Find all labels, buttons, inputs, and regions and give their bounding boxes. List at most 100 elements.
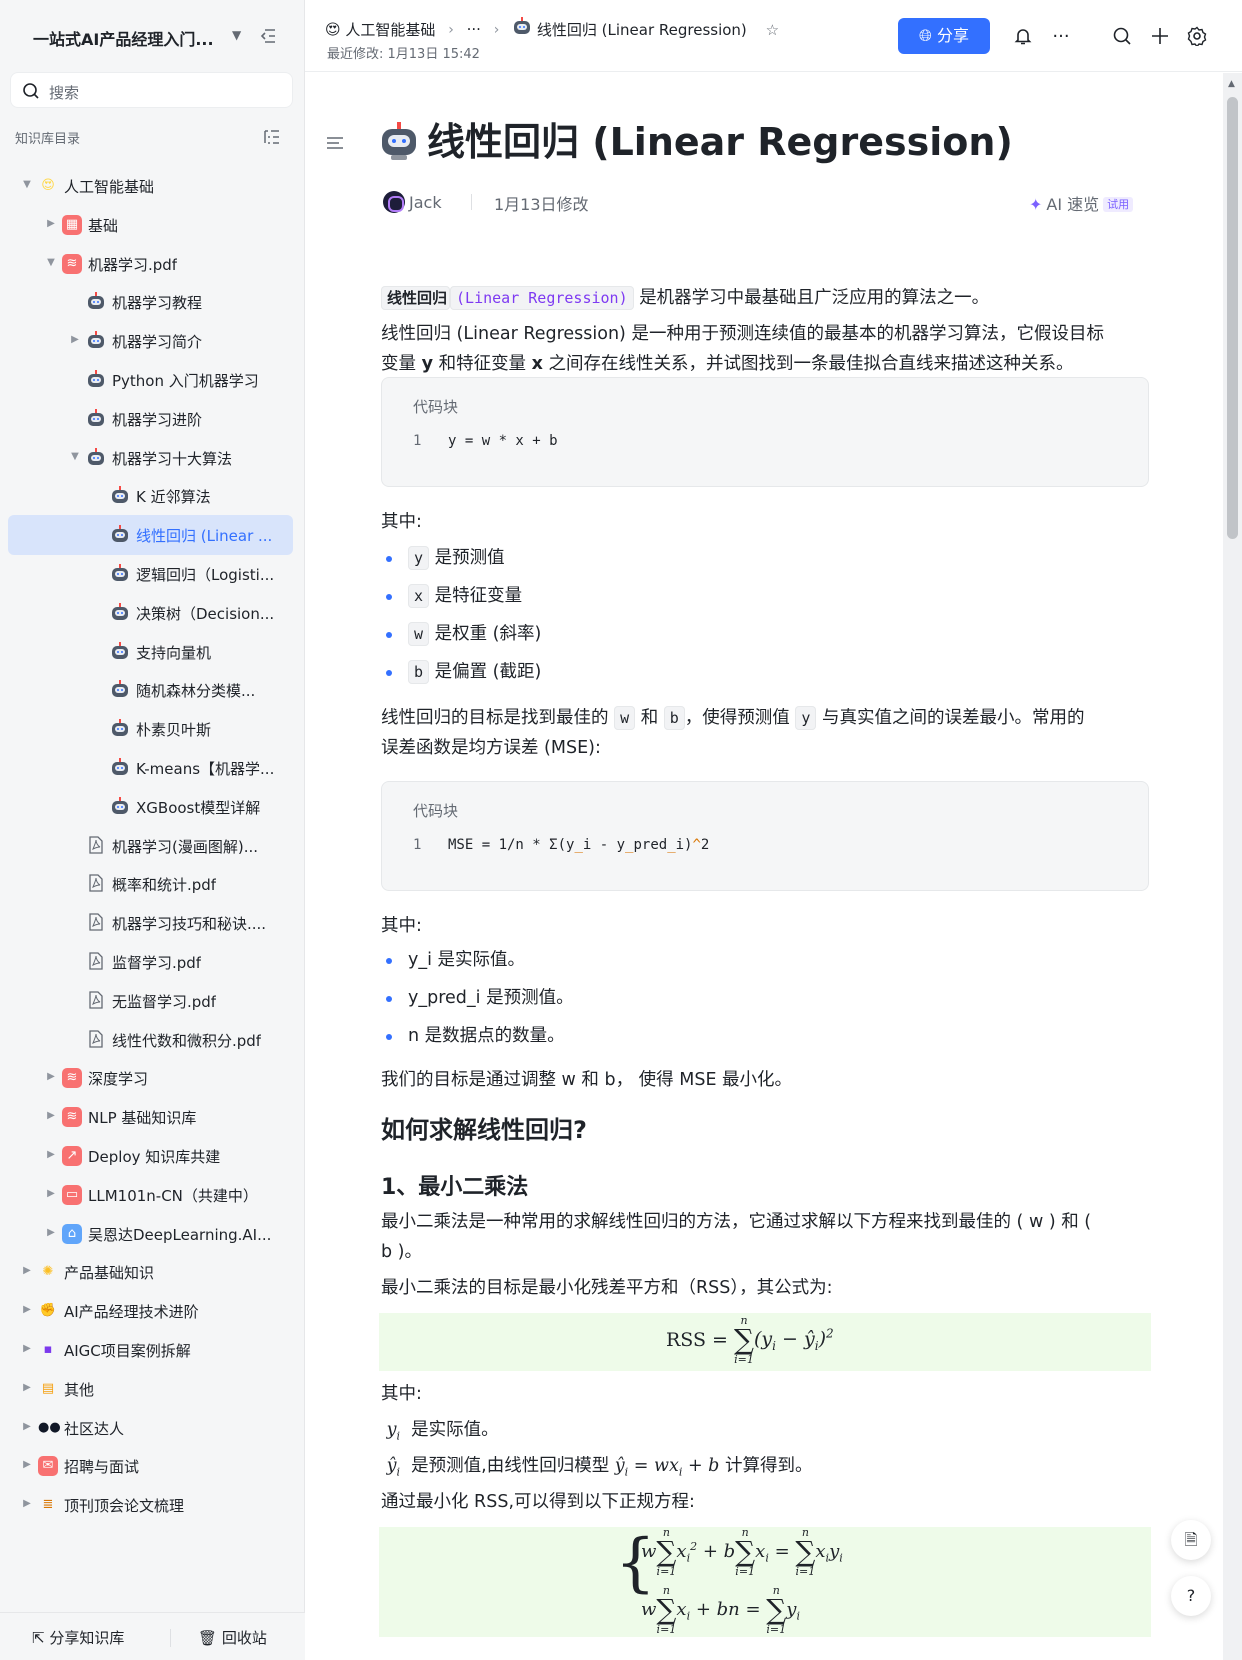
star-icon[interactable]: ☆	[766, 21, 779, 39]
breadcrumb-item-current[interactable]: 线性回归 (Linear Regression)	[537, 21, 747, 39]
last-modified: 最近修改: 1月13日 15:42	[327, 47, 480, 62]
sidebar-item[interactable]: ▶ ▦ 基础	[8, 205, 293, 245]
sidebar-item[interactable]: 决策树（Decision...	[8, 593, 293, 633]
search-icon[interactable]	[1111, 26, 1133, 48]
sidebar-item[interactable]: 线性代数和微积分.pdf	[8, 1020, 293, 1060]
line-number: 1	[413, 433, 422, 449]
scrollbar-thumb[interactable]	[1227, 97, 1238, 539]
chevron-right-icon[interactable]: ▶	[22, 1421, 32, 1432]
chevron-right-icon[interactable]: ▶	[46, 1188, 56, 1199]
list-item: w 是权重 (斜率)	[381, 619, 1149, 653]
sidebar-item[interactable]: 机器学习教程	[8, 282, 293, 322]
code-block-formula[interactable]: 代码块 1 y = w * x + b	[381, 377, 1149, 487]
sidebar-item[interactable]: 随机森林分类模...	[8, 670, 293, 710]
sidebar-item[interactable]: ▶ ✉ 招聘与面试	[8, 1446, 293, 1486]
robot-icon	[110, 641, 130, 662]
sidebar-item[interactable]: ▼ ≋ 机器学习.pdf	[8, 244, 293, 284]
sidebar: 一站式AI产品经理入门... ▼ 搜索 知识库目录 ▼ 😍 人工智能基础 ▶ ▦ 基础 ▼ ≋…	[0, 0, 305, 1660]
sidebar-item[interactable]: ▶ ▪ AIGC项目案例拆解	[8, 1330, 293, 1370]
chevron-right-icon[interactable]: ▶	[22, 1498, 32, 1509]
chevron-right-icon[interactable]: ▶	[46, 1110, 56, 1121]
sidebar-item[interactable]: Python 入门机器学习	[8, 360, 293, 400]
chevron-right-icon[interactable]: ▶	[70, 334, 80, 345]
sidebar-item[interactable]: 逻辑回归（Logisti...	[8, 554, 293, 594]
breadcrumb-ellipsis[interactable]: ···	[467, 21, 481, 39]
sidebar-item[interactable]: ▶ ≋ NLP 基础知识库	[8, 1097, 293, 1137]
chevron-right-icon[interactable]: ▶	[22, 1265, 32, 1276]
sidebar-item-label: 顶刊顶会论文梳理	[64, 1497, 185, 1516]
where-label: 其中:	[381, 916, 422, 936]
chevron-right-icon[interactable]: ▶	[46, 1149, 56, 1160]
sidebar-item[interactable]: 机器学习进阶	[8, 399, 293, 439]
chevron-right-icon[interactable]: ▶	[22, 1382, 32, 1393]
collapse-sidebar-icon[interactable]	[258, 26, 278, 46]
sidebar-item[interactable]: 概率和统计.pdf	[8, 864, 293, 904]
chevron-right-icon[interactable]: ▶	[22, 1304, 32, 1315]
sidebar-item[interactable]: ▶ ✺ 产品基础知识	[8, 1252, 293, 1292]
sidebar-item[interactable]: XGBoost模型详解	[8, 787, 293, 827]
math-block-normal-equations[interactable]: { w n ∑ i=1 xi2 + b n ∑ i=1 xi = n ∑ i=1 xiyi w n ∑ i=…	[379, 1527, 1151, 1637]
scrollbar[interactable]: ▲	[1223, 73, 1242, 1660]
sidebar-item-label: K 近邻算法	[136, 488, 211, 507]
catalog-list-icon[interactable]	[263, 128, 281, 150]
math-block-rss[interactable]: RSS = n ∑ i=1 (yi − ŷi)2	[379, 1313, 1151, 1371]
sidebar-item-label: 朴素贝叶斯	[136, 721, 212, 740]
sidebar-item[interactable]: ▶ ⌂ 吴恩达DeepLearning.AI...	[8, 1214, 293, 1254]
paragraph-objective: 我们的目标是通过调整 w 和 b， 使得 MSE 最小化。	[381, 1070, 793, 1090]
table-of-contents-icon[interactable]	[325, 133, 345, 157]
help-button[interactable]: ?	[1171, 1576, 1211, 1616]
chevron-down-icon[interactable]: ▼	[232, 28, 241, 42]
sidebar-item[interactable]: K-means【机器学...	[8, 748, 293, 788]
sidebar-item[interactable]: ▼ 机器学习十大算法	[8, 438, 293, 478]
robot-icon	[110, 564, 130, 584]
sidebar-item[interactable]: ▶ ↗ Deploy 知识库共建	[8, 1136, 293, 1176]
more-options-icon[interactable]: ···	[1050, 26, 1072, 48]
grid-icon: ▦	[62, 214, 82, 235]
sidebar-item[interactable]: ▶ ✊ AI产品经理技术进阶	[8, 1291, 293, 1331]
code-block-mse[interactable]: 代码块 1 MSE = 1/n * Σ(y_i - y_pred_i)^2	[381, 781, 1149, 891]
trash-button[interactable]: 🗑 回收站	[198, 1627, 267, 1648]
sidebar-item-label: AIGC项目案例拆解	[64, 1342, 191, 1360]
knowledge-base-title[interactable]: 一站式AI产品经理入门...	[33, 26, 223, 50]
sidebar-item[interactable]: 朴素贝叶斯	[8, 709, 293, 749]
sidebar-item[interactable]: 监督学习.pdf	[8, 942, 293, 982]
share-knowledge-base-button[interactable]: ⇱ 分享知识库	[32, 1627, 124, 1648]
sidebar-item-label: 基础	[88, 216, 119, 235]
sidebar-item[interactable]: 机器学习(漫画图解)...	[8, 826, 293, 866]
dizzy-icon: ✺	[42, 1264, 54, 1280]
sidebar-item[interactable]: ▶ ≣ 顶刊顶会论文梳理	[8, 1485, 293, 1525]
sidebar-item[interactable]: ▼ 😍 人工智能基础	[8, 166, 293, 206]
share-button[interactable]: 🌐︎ 分享	[898, 18, 990, 54]
chevron-down-icon[interactable]: ▼	[46, 257, 56, 268]
chevron-down-icon[interactable]: ▼	[22, 179, 32, 190]
sidebar-item[interactable]: ▶ 机器学习简介	[8, 321, 293, 361]
chevron-right-icon[interactable]: ▶	[22, 1459, 32, 1470]
sidebar-item-label: XGBoost模型详解	[136, 798, 261, 817]
sidebar-item[interactable]: ▶ ▤ 其他	[8, 1369, 293, 1409]
chevron-right-icon[interactable]: ▶	[46, 1071, 56, 1082]
breadcrumb-item-root[interactable]: 人工智能基础	[345, 21, 435, 39]
author[interactable]: Jack	[383, 191, 442, 213]
ai-summary-button[interactable]: ✦ AI 速览 试用	[1029, 191, 1134, 215]
sidebar-item-label: 产品基础知识	[64, 1264, 155, 1283]
chevron-right-icon[interactable]: ▶	[46, 1227, 56, 1238]
document-outline-button[interactable]: 🗎	[1171, 1520, 1211, 1560]
chevron-down-icon[interactable]: ▼	[70, 451, 80, 462]
sidebar-item[interactable]: 无监督学习.pdf	[8, 981, 293, 1021]
gear-icon[interactable]	[1186, 26, 1208, 48]
chevron-right-icon[interactable]: ▶	[46, 218, 56, 229]
bell-icon[interactable]	[1012, 26, 1034, 48]
sidebar-item[interactable]: K 近邻算法	[8, 476, 293, 516]
sidebar-item[interactable]: 机器学习技巧和秘诀....	[8, 903, 293, 943]
sidebar-item-label: 概率和统计.pdf	[112, 876, 217, 895]
sidebar-item[interactable]: ▶ ≋ 深度学习	[8, 1058, 293, 1098]
chevron-right-icon[interactable]: ▶	[22, 1343, 32, 1354]
sidebar-item[interactable]: ▶ ▭ LLM101n-CN（共建中）	[8, 1175, 293, 1215]
sidebar-item[interactable]: 线性回归 (Linear ...	[8, 515, 293, 556]
scroll-up-icon[interactable]: ▲	[1228, 79, 1235, 89]
sidebar-search-input[interactable]: 搜索	[10, 72, 293, 108]
sidebar-item[interactable]: 支持向量机	[8, 632, 293, 672]
sidebar-item[interactable]: ▶ ●● 社区达人	[8, 1408, 293, 1448]
bullet-dot	[386, 632, 392, 638]
plus-icon[interactable]	[1149, 26, 1171, 48]
